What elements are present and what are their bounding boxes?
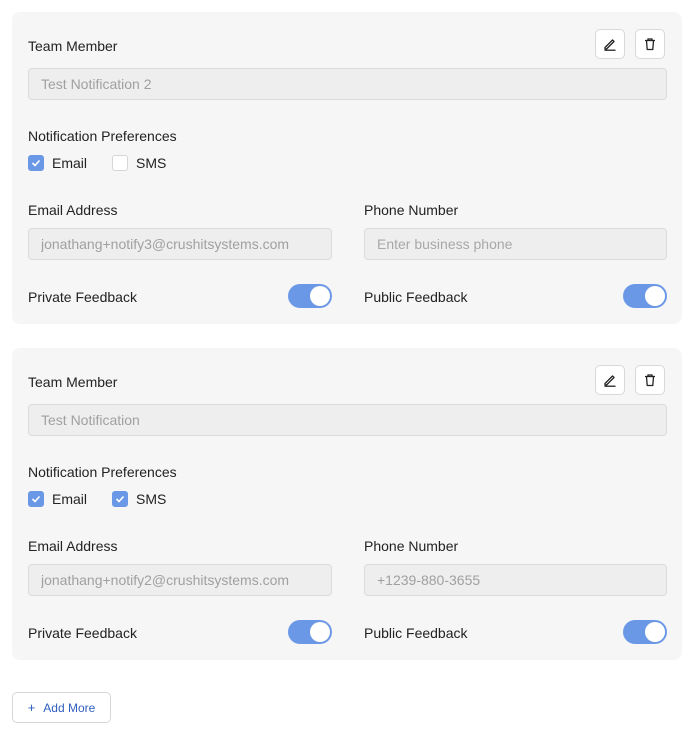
email-checkbox-label: Email [52,155,88,171]
edit-button[interactable] [595,365,625,395]
pencil-icon [604,375,616,387]
toggle-knob [645,286,665,306]
public-feedback-label: Public Feedback [364,289,468,305]
team-member-input[interactable] [28,68,667,100]
phone-number-label: Phone Number [364,538,459,554]
private-feedback-label: Private Feedback [28,625,137,641]
check-icon [31,495,41,503]
email-checkbox-label: Email [52,491,88,507]
phone-number-label: Phone Number [364,202,459,218]
phone-number-input[interactable] [364,564,667,596]
add-more-button[interactable]: + Add More [12,692,111,723]
email-checkbox[interactable]: Email [28,155,87,171]
phone-number-input[interactable] [364,228,667,260]
checkbox-checked [112,491,128,507]
checkbox-checked [28,491,44,507]
public-feedback-label: Public Feedback [364,625,468,641]
team-member-label: Team Member [28,38,118,54]
email-checkbox[interactable]: Email [28,491,87,507]
sms-checkbox[interactable]: SMS [112,155,166,171]
checkbox-checked [28,155,44,171]
email-address-label: Email Address [28,202,118,218]
notification-card: Team Member Notification Preferences Ema… [12,12,682,324]
trash-icon [645,38,655,51]
checkbox-unchecked [112,155,128,171]
public-feedback-toggle[interactable] [623,620,667,644]
toggle-knob [645,622,665,642]
delete-button[interactable] [635,29,665,59]
private-feedback-toggle[interactable] [288,284,332,308]
team-member-input[interactable] [28,404,667,436]
check-icon [31,159,41,167]
toggle-knob [310,286,330,306]
email-address-input[interactable] [28,228,332,260]
sms-checkbox[interactable]: SMS [112,491,166,507]
notification-preferences-label: Notification Preferences [28,128,177,144]
toggle-knob [310,622,330,642]
pencil-icon [604,39,616,51]
sms-checkbox-label: SMS [136,491,167,507]
add-more-label: Add More [43,700,96,715]
delete-button[interactable] [635,365,665,395]
edit-button[interactable] [595,29,625,59]
check-icon [115,495,125,503]
trash-icon [645,374,655,387]
email-address-input[interactable] [28,564,332,596]
email-address-label: Email Address [28,538,118,554]
public-feedback-toggle[interactable] [623,284,667,308]
team-member-label: Team Member [28,374,118,390]
private-feedback-toggle[interactable] [288,620,332,644]
sms-checkbox-label: SMS [136,155,167,171]
notification-preferences-label: Notification Preferences [28,464,177,480]
private-feedback-label: Private Feedback [28,289,137,305]
notification-card: Team Member Notification Preferences Ema… [12,348,682,660]
plus-icon: + [27,700,36,715]
